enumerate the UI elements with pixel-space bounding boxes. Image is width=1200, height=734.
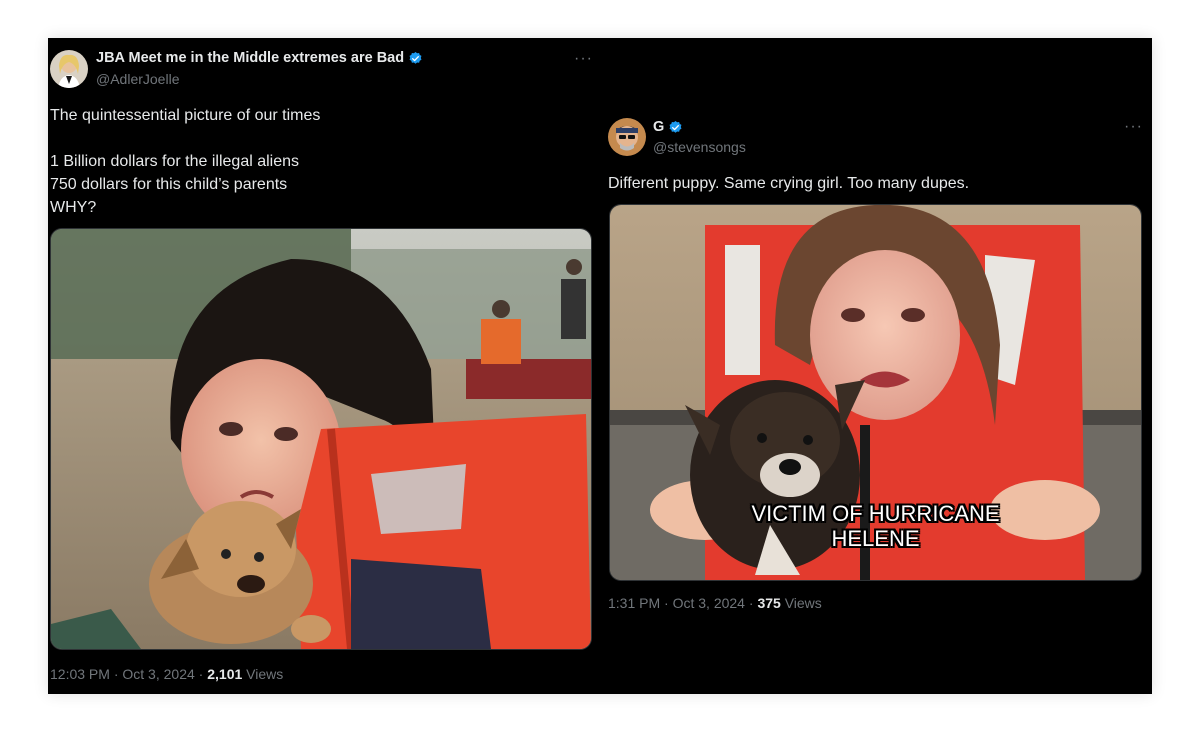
caption-line: VICTIM OF HURRICANE: [751, 501, 1000, 526]
tweet-text-line: WHY?: [50, 199, 97, 216]
image-caption-overlay: VICTIM OF HURRICANE HELENE: [610, 501, 1141, 551]
photo-crying-girl-with-puppy-icon: [51, 229, 591, 649]
more-options-icon[interactable]: ···: [574, 50, 593, 68]
display-name[interactable]: JBA Meet me in the Middle extremes are B…: [96, 50, 404, 66]
name-row: G: [653, 119, 683, 135]
tweet-text: The quintessential picture of our times …: [50, 104, 570, 219]
tweet-photo[interactable]: [50, 228, 592, 650]
tweet-text-line: The quintessential picture of our times: [50, 107, 321, 124]
tweet-text: Different puppy. Same crying girl. Too m…: [608, 172, 1138, 195]
handle[interactable]: @stevensongs: [653, 139, 746, 155]
display-name[interactable]: G: [653, 119, 664, 135]
tweet-text-line: 750 dollars for this child’s parents: [50, 176, 288, 193]
tweet-text-line: Different puppy. Same crying girl. Too m…: [608, 175, 970, 192]
verified-badge-icon: [408, 51, 423, 66]
tweet-photo[interactable]: VICTIM OF HURRICANE HELENE: [609, 204, 1142, 581]
tweet-meta: 12:03 PM · Oct 3, 2024 · 2,101 Views: [50, 666, 283, 682]
tweet-meta: 1:31 PM · Oct 3, 2024 · 375 Views: [608, 595, 822, 611]
tweet-left[interactable]: JBA Meet me in the Middle extremes are B…: [48, 38, 593, 694]
tweet-right[interactable]: G @stevensongs ··· Different puppy. Same…: [608, 108, 1152, 628]
separator: ·: [748, 595, 754, 611]
caption-line: HELENE: [831, 526, 920, 551]
handle[interactable]: @AdlerJoelle: [96, 71, 179, 87]
verified-badge-icon: [668, 120, 683, 135]
tweet-date[interactable]: Oct 3, 2024: [673, 595, 745, 611]
name-row: JBA Meet me in the Middle extremes are B…: [96, 50, 423, 66]
views-count: 375: [757, 595, 781, 611]
separator: ·: [664, 595, 669, 611]
tweet-time[interactable]: 12:03 PM: [50, 666, 110, 682]
views-label: Views: [246, 666, 284, 682]
views-label: Views: [784, 595, 822, 611]
separator: ·: [198, 666, 204, 682]
tweet-text-line: 1 Billion dollars for the illegal aliens: [50, 153, 300, 170]
avatar[interactable]: [608, 118, 646, 156]
views-count: 2,101: [207, 666, 243, 682]
more-options-icon[interactable]: ···: [1124, 118, 1143, 136]
avatar[interactable]: [50, 50, 88, 88]
screenshot-collage: JBA Meet me in the Middle extremes are B…: [48, 38, 1152, 694]
tweet-time[interactable]: 1:31 PM: [608, 595, 660, 611]
tweet-date[interactable]: Oct 3, 2024: [122, 666, 194, 682]
separator: ·: [113, 666, 119, 682]
